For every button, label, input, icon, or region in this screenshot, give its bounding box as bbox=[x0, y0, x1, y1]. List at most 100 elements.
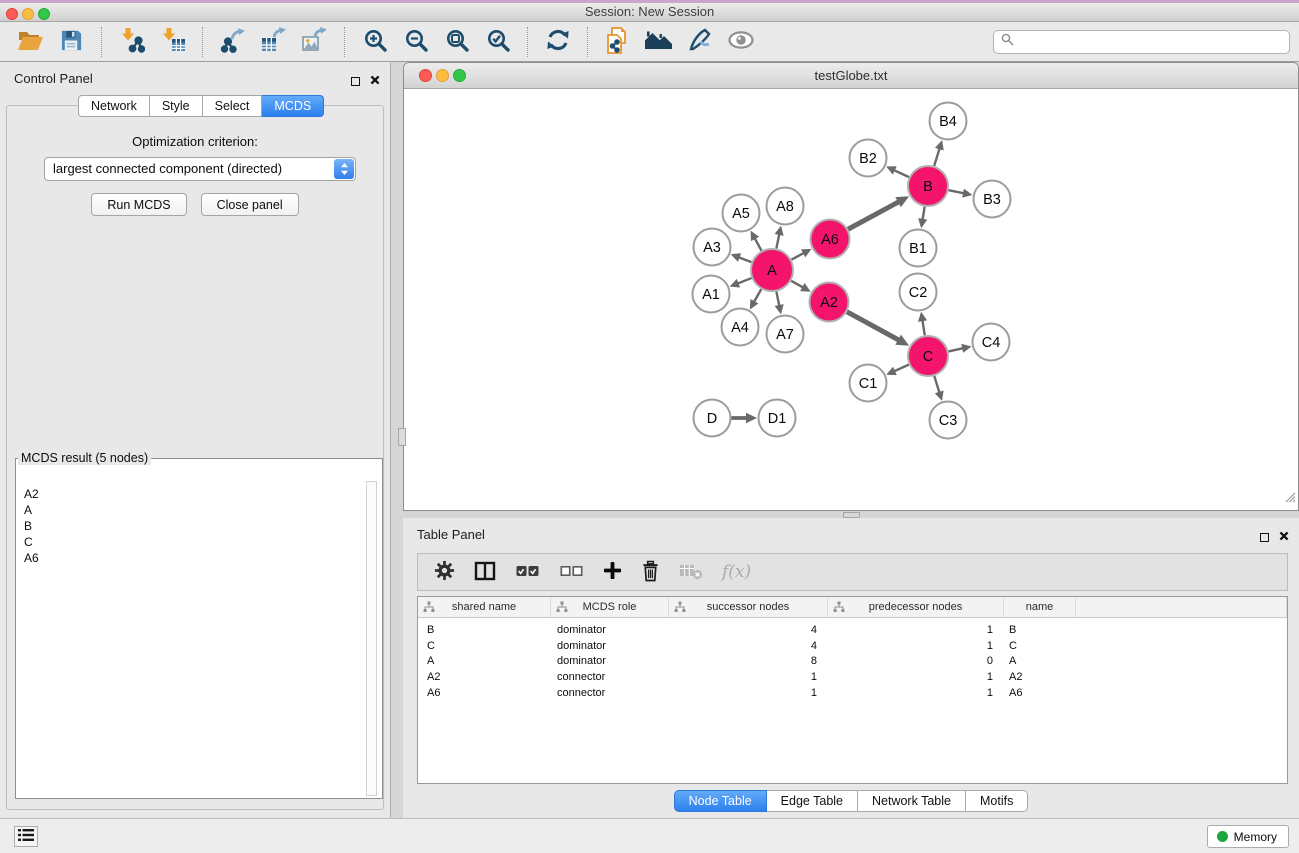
close-panel-icon[interactable] bbox=[1279, 528, 1289, 546]
graph-node-C[interactable]: C bbox=[908, 336, 948, 376]
apply-style-button[interactable] bbox=[679, 25, 720, 59]
import-network-button[interactable] bbox=[111, 25, 152, 59]
graph-node-C2[interactable]: C2 bbox=[900, 274, 937, 311]
table-cell[interactable]: A2 bbox=[418, 671, 551, 683]
graph-node-B4[interactable]: B4 bbox=[930, 103, 967, 140]
duplicate-network-button[interactable] bbox=[597, 25, 638, 59]
memory-button[interactable]: Memory bbox=[1207, 825, 1289, 848]
tab-mcds[interactable]: MCDS bbox=[262, 95, 324, 117]
graph-edge-A-A1[interactable] bbox=[730, 278, 752, 287]
add-button[interactable] bbox=[603, 558, 622, 586]
graph-node-A4[interactable]: A4 bbox=[722, 309, 759, 346]
column-header-successor-nodes[interactable]: successor nodes bbox=[669, 597, 828, 617]
mcds-result-item[interactable]: A2 bbox=[24, 486, 365, 502]
table-cell[interactable]: A bbox=[418, 655, 551, 667]
table-cell[interactable]: 4 bbox=[669, 640, 828, 652]
table-cell[interactable]: B bbox=[418, 624, 551, 636]
close-panel-button[interactable]: Close panel bbox=[201, 193, 299, 216]
column-header-shared-name[interactable]: shared name bbox=[418, 597, 551, 617]
table-cell[interactable]: dominator bbox=[551, 624, 669, 636]
column-header-MCDS-role[interactable]: MCDS role bbox=[551, 597, 669, 617]
deselect-all-button[interactable] bbox=[559, 558, 584, 586]
graph-node-A8[interactable]: A8 bbox=[767, 188, 804, 225]
tab-network-table[interactable]: Network Table bbox=[858, 790, 966, 812]
table-cell[interactable]: 1 bbox=[828, 624, 1004, 636]
table-cell[interactable]: A6 bbox=[418, 687, 551, 699]
graph-node-D1[interactable]: D1 bbox=[759, 400, 796, 437]
graph-node-B1[interactable]: B1 bbox=[900, 230, 937, 267]
table-row[interactable]: A6connector11A6 bbox=[418, 685, 1287, 701]
scrollbar[interactable] bbox=[366, 481, 377, 796]
graph-node-B3[interactable]: B3 bbox=[974, 181, 1011, 218]
graph-edge-A-A3[interactable] bbox=[731, 253, 752, 262]
table-row[interactable]: A2connector11A2 bbox=[418, 669, 1287, 685]
maximize-window-button[interactable] bbox=[38, 8, 50, 20]
tab-edge-table[interactable]: Edge Table bbox=[767, 790, 858, 812]
home-button[interactable] bbox=[638, 25, 679, 59]
graph-node-B2[interactable]: B2 bbox=[850, 140, 887, 177]
float-panel-icon[interactable] bbox=[1260, 533, 1269, 542]
table-cell[interactable]: 1 bbox=[828, 687, 1004, 699]
table-cell[interactable]: A2 bbox=[1004, 671, 1076, 683]
graph-node-C1[interactable]: C1 bbox=[850, 365, 887, 402]
minimize-network-button[interactable] bbox=[436, 69, 449, 82]
table-cell[interactable]: dominator bbox=[551, 640, 669, 652]
graph-edge-A6-B[interactable] bbox=[848, 196, 909, 229]
table-cell[interactable]: connector bbox=[551, 687, 669, 699]
graph-edge-C-C1[interactable] bbox=[886, 365, 909, 375]
split-pane-handle[interactable] bbox=[843, 512, 860, 518]
tab-motifs[interactable]: Motifs bbox=[966, 790, 1028, 812]
graph-edge-A-A5[interactable] bbox=[751, 231, 762, 251]
maximize-network-button[interactable] bbox=[453, 69, 466, 82]
show-graphics-button[interactable] bbox=[720, 25, 761, 59]
import-table-button[interactable] bbox=[152, 25, 193, 59]
minimize-window-button[interactable] bbox=[22, 8, 34, 20]
zoom-in-button[interactable] bbox=[354, 25, 395, 59]
network-canvas[interactable]: AA1A2A3A4A5A6A7A8BB1B2B3B4CC1C2C3C4DD1 bbox=[404, 89, 1298, 510]
table-cell[interactable]: connector bbox=[551, 671, 669, 683]
tab-style[interactable]: Style bbox=[150, 95, 203, 117]
graph-edge-B-B2[interactable] bbox=[886, 166, 909, 177]
graph-edge-A2-C[interactable] bbox=[847, 312, 909, 346]
delete-table-button[interactable] bbox=[679, 558, 703, 586]
graph-edge-C-C2[interactable] bbox=[918, 312, 927, 335]
mcds-result-item[interactable]: C bbox=[24, 534, 365, 550]
tab-select[interactable]: Select bbox=[203, 95, 263, 117]
graph-edge-C-C4[interactable] bbox=[948, 344, 971, 353]
export-network-button[interactable] bbox=[212, 25, 253, 59]
graph-node-C4[interactable]: C4 bbox=[973, 324, 1010, 361]
zoom-out-button[interactable] bbox=[395, 25, 436, 59]
graph-node-A6[interactable]: A6 bbox=[811, 220, 850, 259]
graph-edge-A-A2[interactable] bbox=[791, 281, 811, 292]
graph-edge-D-D1[interactable] bbox=[732, 413, 758, 423]
save-session-button[interactable] bbox=[51, 25, 92, 59]
run-mcds-button[interactable]: Run MCDS bbox=[91, 193, 186, 216]
column-header-predecessor-nodes[interactable]: predecessor nodes bbox=[828, 597, 1004, 617]
table-cell[interactable]: 8 bbox=[669, 655, 828, 667]
open-session-button[interactable] bbox=[10, 25, 51, 59]
tab-network[interactable]: Network bbox=[78, 95, 150, 117]
graph-node-A5[interactable]: A5 bbox=[723, 195, 760, 232]
delete-button[interactable] bbox=[641, 558, 660, 586]
mcds-result-item[interactable]: A bbox=[24, 502, 365, 518]
columns-button[interactable] bbox=[474, 558, 496, 586]
graph-node-A3[interactable]: A3 bbox=[694, 229, 731, 266]
table-cell[interactable]: C bbox=[1004, 640, 1076, 652]
graph-node-A2[interactable]: A2 bbox=[810, 283, 849, 322]
tab-node-table[interactable]: Node Table bbox=[674, 790, 767, 812]
criterion-dropdown[interactable]: largest connected component (directed) bbox=[44, 157, 356, 181]
mcds-result-item[interactable]: A6 bbox=[24, 550, 365, 566]
graph-node-C3[interactable]: C3 bbox=[930, 402, 967, 439]
refresh-view-button[interactable] bbox=[537, 25, 578, 59]
table-row[interactable]: Bdominator41B bbox=[418, 622, 1287, 638]
graph-edge-A-A8[interactable] bbox=[775, 226, 784, 249]
graph-edge-A-A4[interactable] bbox=[750, 289, 761, 309]
task-history-button[interactable] bbox=[14, 826, 38, 847]
search-box[interactable] bbox=[993, 30, 1290, 54]
table-cell[interactable]: 4 bbox=[669, 624, 828, 636]
graph-edge-A-A6[interactable] bbox=[791, 249, 811, 260]
gear-button[interactable] bbox=[434, 558, 455, 586]
graph-node-A1[interactable]: A1 bbox=[693, 276, 730, 313]
graph-node-D[interactable]: D bbox=[694, 400, 731, 437]
table-cell[interactable]: A bbox=[1004, 655, 1076, 667]
